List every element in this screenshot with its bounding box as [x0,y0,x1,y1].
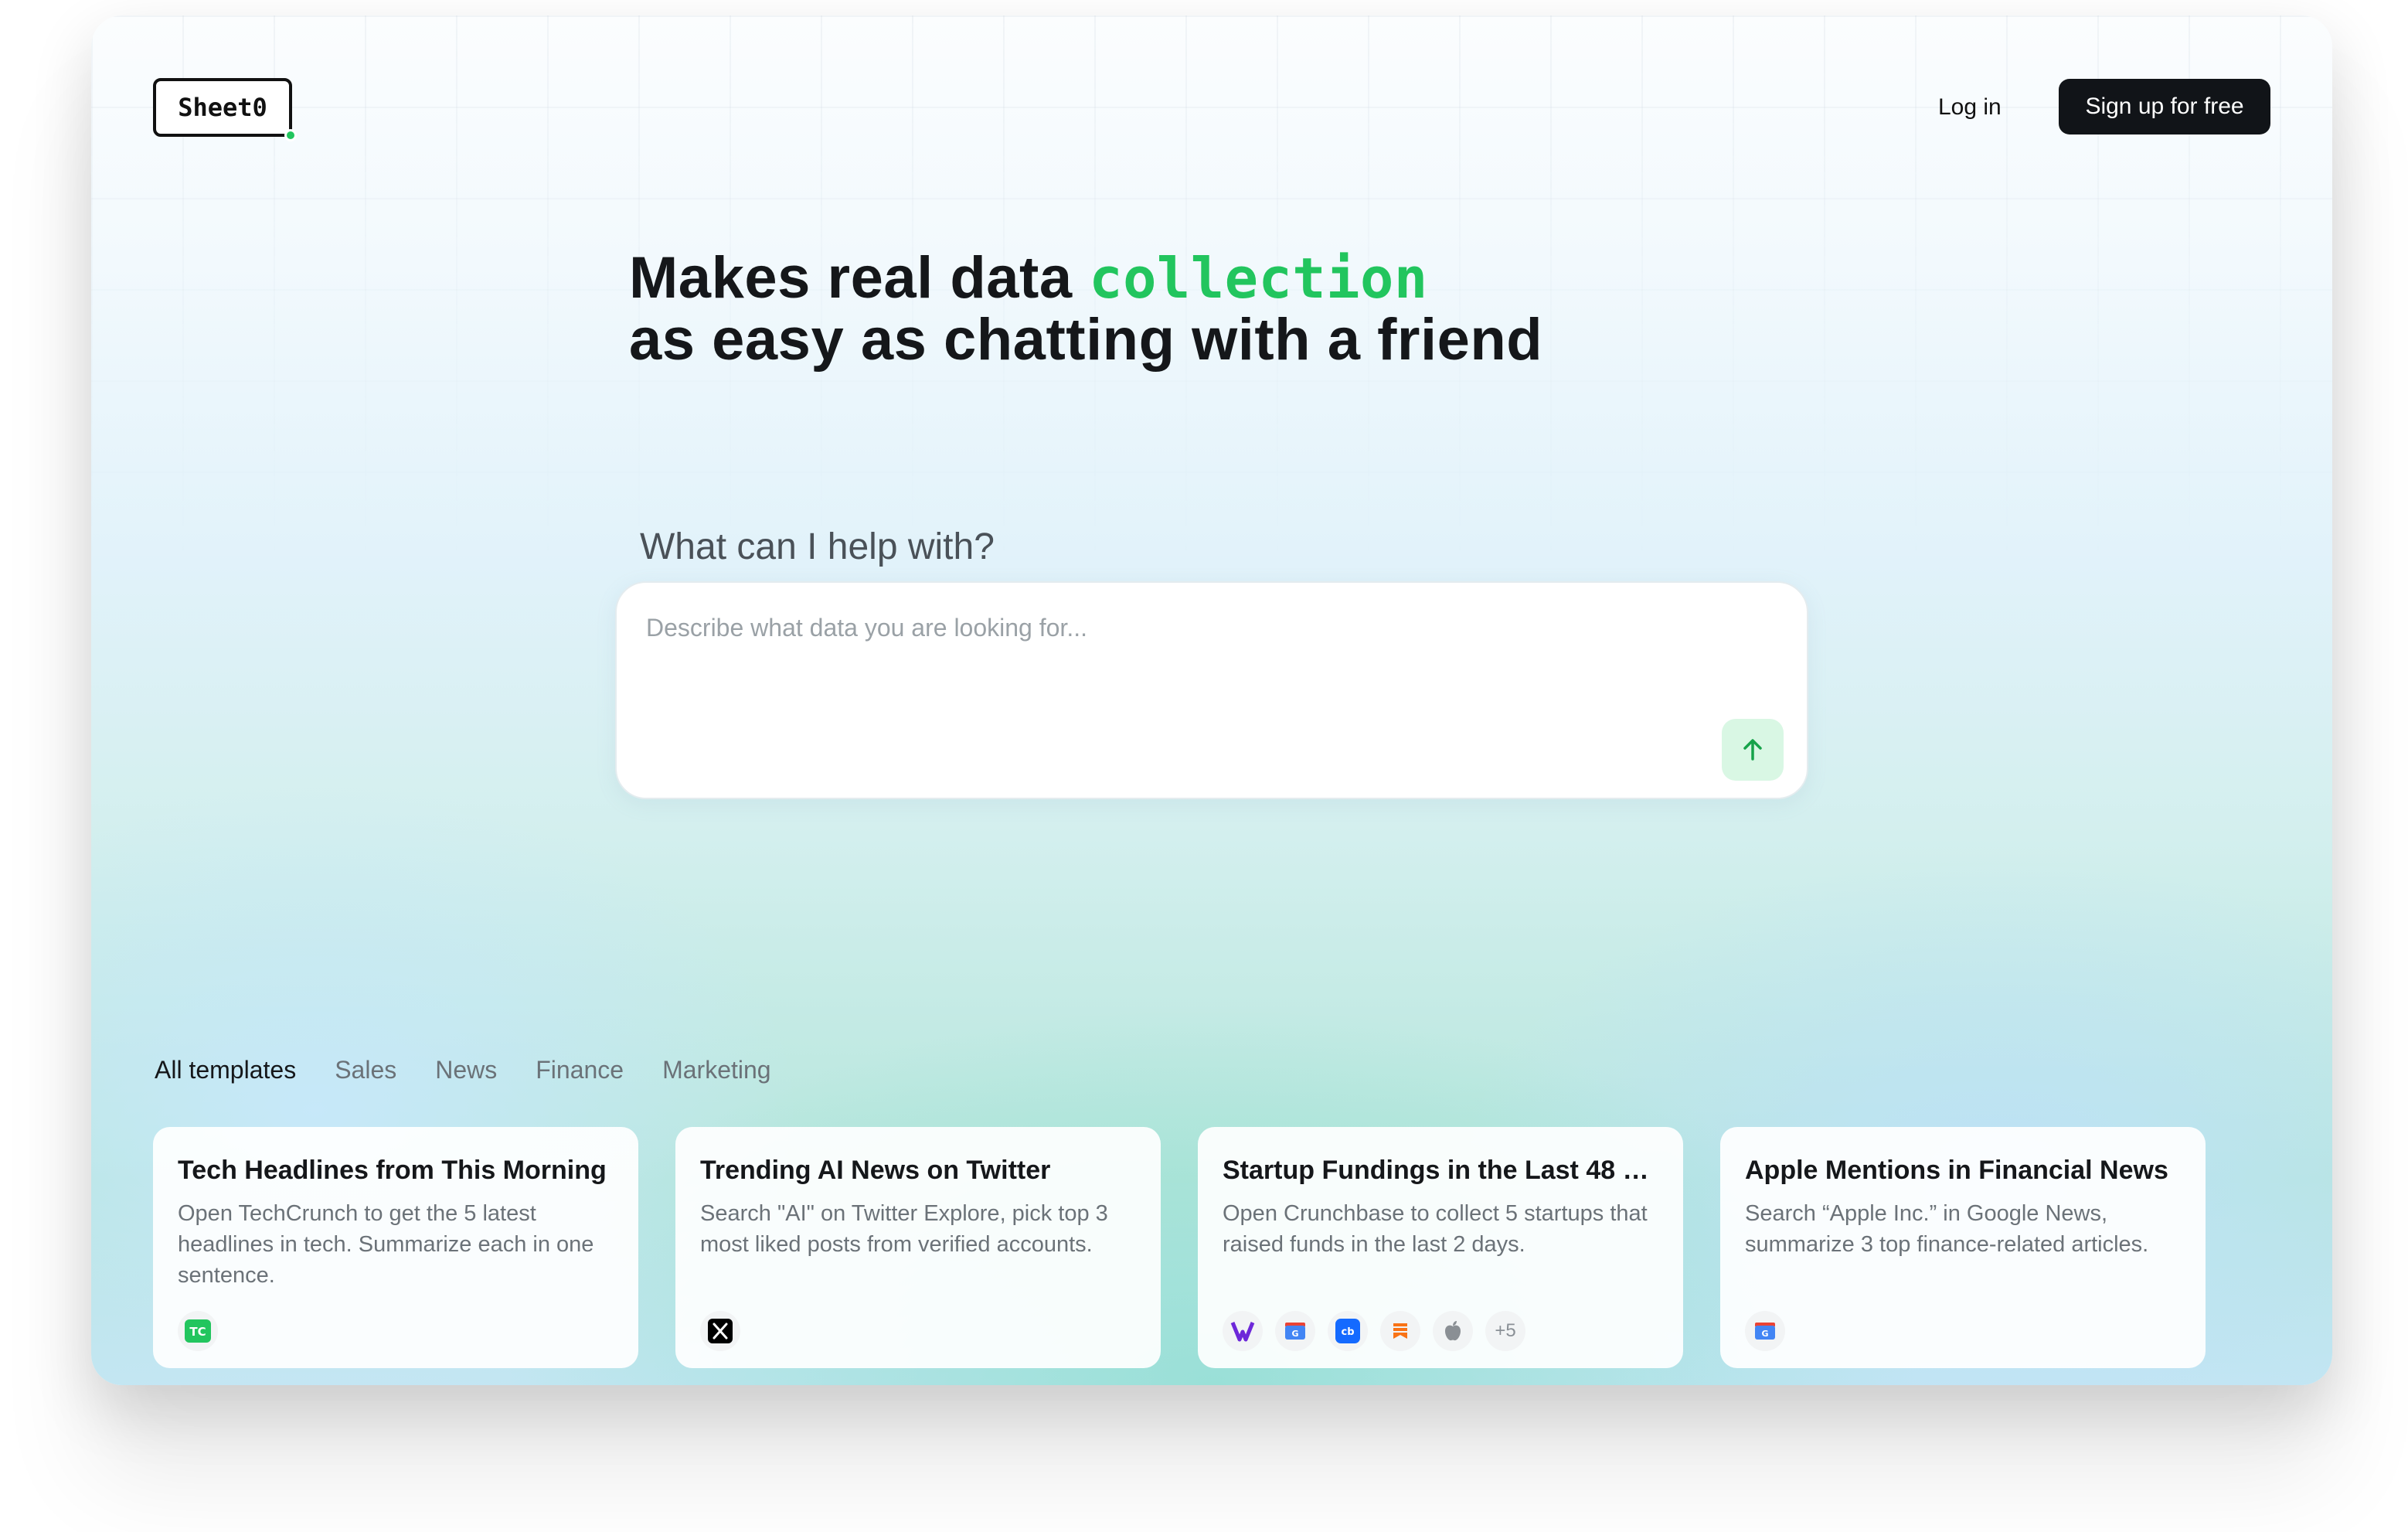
x-twitter-icon [700,1311,740,1351]
tab-all-templates[interactable]: All templates [155,1056,296,1084]
card-title: Trending AI News on Twitter [700,1156,1051,1185]
card-title: Tech Headlines from This Morning [178,1156,607,1185]
svg-text:cb: cb [1341,1326,1354,1338]
card-source-icons: TC [178,1311,218,1351]
crunchbase-icon: cb [1328,1311,1368,1351]
hero-heading: Makes real data collection as easy as ch… [629,247,1542,371]
prompt-box [615,581,1808,799]
prompt-heading: What can I help with? [640,526,995,567]
card-description: Open Crunchbase to collect 5 startups th… [1223,1201,1648,1257]
prompt-input[interactable] [646,614,1728,722]
tab-marketing[interactable]: Marketing [662,1056,771,1084]
card-source-icons: G cb +5 [1223,1311,1525,1351]
logo-text: Sheet0 [178,93,267,122]
arrow-up-icon [1743,739,1762,761]
card-title: Startup Fundings in the Last 48 H... [1223,1156,1658,1185]
template-tabs: All templates Sales News Finance Marketi… [155,1056,771,1084]
template-card-ai-news-twitter[interactable]: Trending AI News on Twitter Search "AI" … [675,1127,1161,1368]
template-card-apple-financial-news[interactable]: Apple Mentions in Financial News Search … [1720,1127,2206,1368]
signup-button[interactable]: Sign up for free [2059,79,2270,134]
more-sources-badge: +5 [1485,1311,1525,1351]
google-news-icon: G [1275,1311,1315,1351]
card-description: Open TechCrunch to get the 5 latest head… [178,1201,594,1288]
card-source-icons: G [1745,1311,1785,1351]
card-description: Search "AI" on Twitter Explore, pick top… [700,1201,1108,1257]
app-window: Sheet0 Log in Sign up for free Makes rea… [91,15,2332,1385]
google-news-icon: G [1745,1311,1785,1351]
logo[interactable]: Sheet0 [153,78,297,141]
card-title: Apple Mentions in Financial News [1745,1156,2168,1185]
apple-icon [1433,1311,1473,1351]
logo-status-dot [284,129,297,141]
hero-accent-word: collection [1089,246,1428,311]
template-cards: Tech Headlines from This Morning Open Te… [153,1127,2206,1368]
bookmark-icon [1380,1311,1420,1351]
template-card-tech-headlines[interactable]: Tech Headlines from This Morning Open Te… [153,1127,638,1368]
template-card-startup-fundings[interactable]: Startup Fundings in the Last 48 H... Ope… [1198,1127,1683,1368]
send-button[interactable] [1722,719,1784,781]
svg-text:G: G [1291,1329,1298,1339]
tab-news[interactable]: News [435,1056,497,1084]
hero-line2: as easy as chatting with a friend [629,307,1543,373]
tab-finance[interactable]: Finance [536,1056,624,1084]
techcrunch-icon: TC [178,1311,218,1351]
svg-text:TC: TC [189,1325,206,1339]
hero-line1-prefix: Makes real data [629,245,1090,311]
svg-text:G: G [1761,1329,1768,1339]
login-link[interactable]: Log in [1938,90,2002,125]
card-source-icons [700,1311,740,1351]
tab-sales[interactable]: Sales [335,1056,396,1084]
v-icon [1223,1311,1263,1351]
card-description: Search “Apple Inc.” in Google News, summ… [1745,1201,2149,1257]
